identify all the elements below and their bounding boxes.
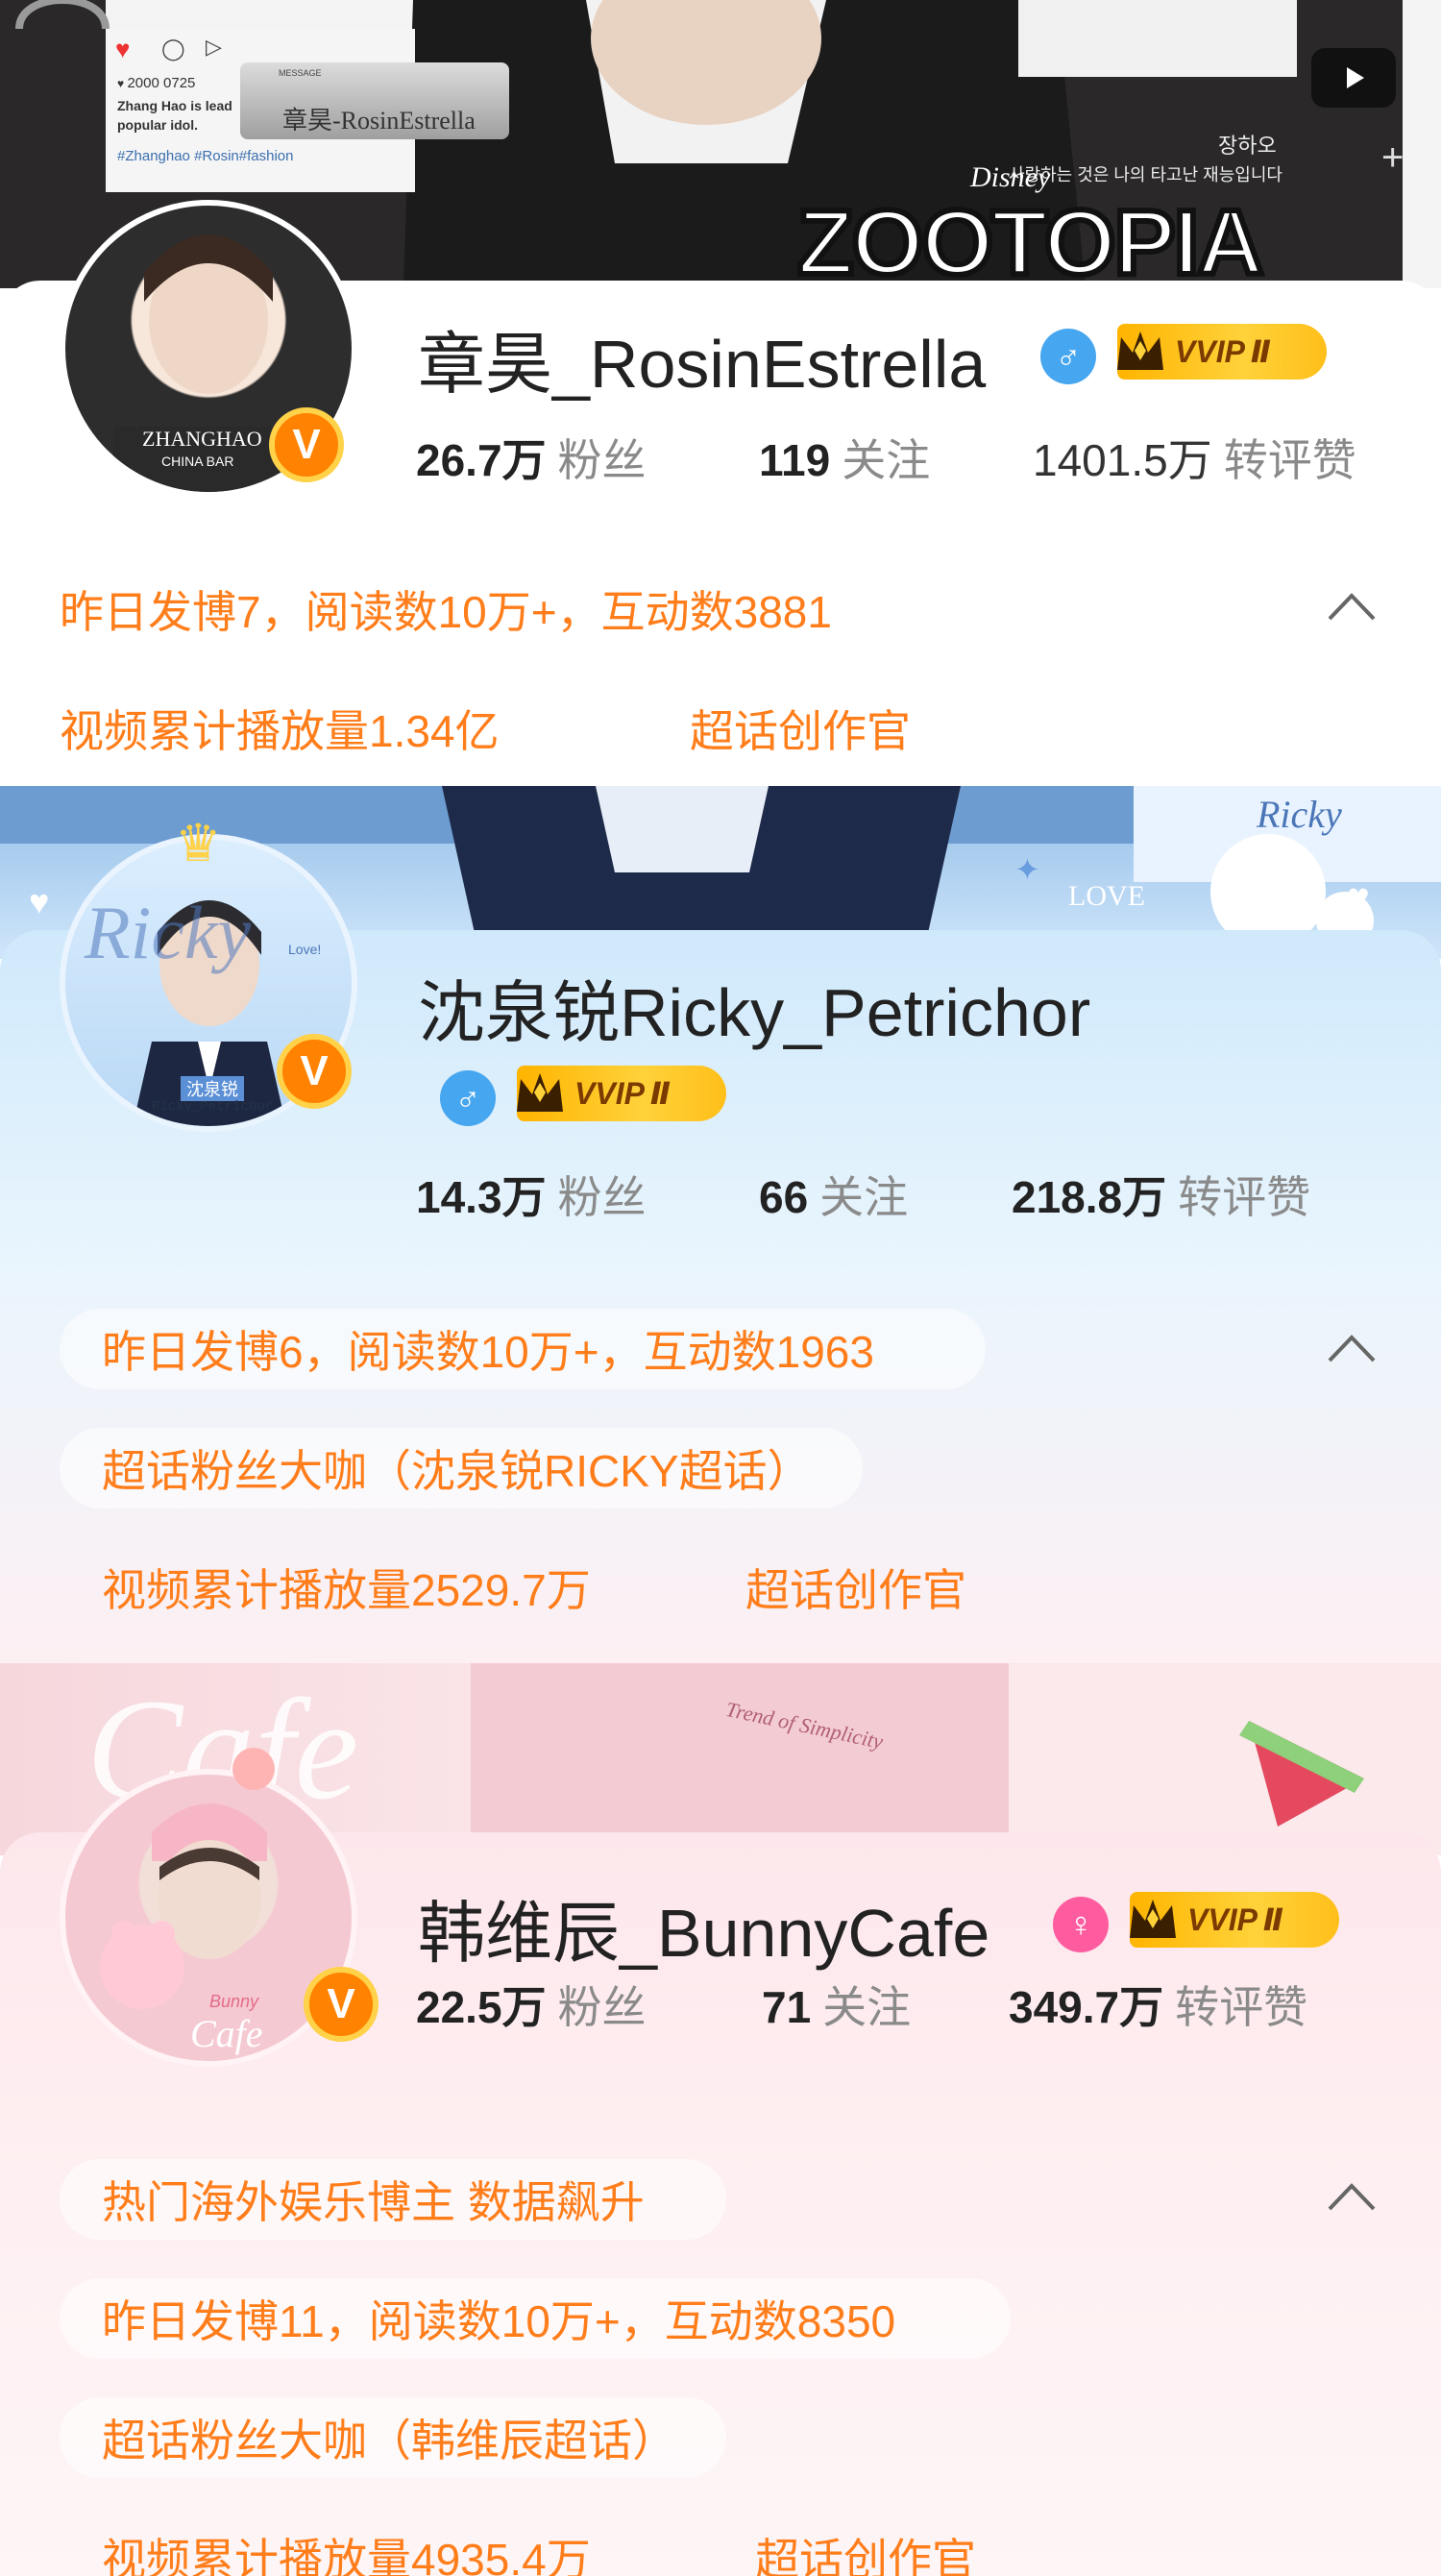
vvip-badge-2[interactable]: VVIP Ⅱ [517,1066,726,1121]
tag-daily-stats-3[interactable]: 昨日发博11，阅读数10万+，互动数8350 [102,2278,895,2359]
avatar-caption: Bunny [209,1992,259,2011]
stat-value: 349.7万 [1009,1982,1164,2032]
avatar-caption-2: Cafe [190,2012,263,2055]
avatar-2[interactable]: Ricky Love! 沈泉锐 Ricky_Petrichor ♛ V [60,815,357,1132]
tag-daily-stats-2[interactable]: 昨日发博6，阅读数10万+，互动数1963 [102,1309,874,1389]
tag-creator-2[interactable]: 超话创作官 [745,1547,966,1628]
vvip-level: Ⅱ [1250,334,1271,369]
stat-following-3[interactable]: 71 关注 [762,1973,911,2036]
verified-badge-icon: V [269,407,344,482]
stat-label: 粉丝 [557,435,647,485]
banner-logo-small: Disney [970,161,1051,193]
vvip-level: Ⅱ [1262,1902,1283,1937]
send-icon: ▷ [206,35,222,59]
vvip-badge-3[interactable]: VVIP Ⅱ [1130,1892,1339,1948]
avatar-caption: 沈泉锐 [181,1076,244,1101]
stat-label: 转评赞 [1178,1172,1311,1222]
sparkle-icon: ✦ [1014,852,1040,887]
tag-daily-stats-1[interactable]: 昨日发博7，阅读数10万+，互动数3881 [60,569,832,650]
male-icon: ♂ [440,1070,496,1126]
stat-label: 粉丝 [557,1982,647,2032]
tag-super-fan-2[interactable]: 超话粉丝大咖（沈泉锐RICKY超话） [102,1428,812,1509]
avatar-caption-2: CHINA BAR [161,454,234,469]
stat-label: 转评赞 [1175,1982,1308,2032]
stat-followers-2[interactable]: 14.3万 粉丝 [416,1163,647,1226]
plus-icon[interactable]: + [1381,136,1404,180]
tag-creator-3[interactable]: 超话创作官 [755,2516,976,2576]
banner-message-name: 章昊-RosinEstrella [282,107,476,135]
banner-post-date: 2000 0725 [127,75,196,91]
stat-label: 粉丝 [557,1172,647,1222]
stat-engagement-1[interactable]: 1401.5万 转评赞 [1033,426,1356,489]
stat-value: 22.5万 [416,1982,547,2032]
tag-video-plays-1[interactable]: 视频累计播放量1.34亿 [60,688,500,769]
stat-value: 14.3万 [416,1172,547,1222]
avatar-caption-2: Ricky_Petrichor [152,1099,274,1115]
vvip-label: VVIP [1187,1901,1258,1937]
banner-message-box: MESSAGE 章昊-RosinEstrella [240,62,509,139]
crown-icon: ♛ [175,815,222,872]
chevron-up-icon[interactable] [1326,590,1378,623]
vvip-label: VVIP [1175,333,1245,369]
chevron-up-icon[interactable] [1326,1332,1378,1364]
stat-value: 119 [759,435,831,485]
username-3: 韩维辰_BunnyCafe [418,1896,990,1971]
banner-post-text-1: Zhang Hao is lead [117,98,232,113]
banner-ricky-text: Ricky [1257,793,1342,836]
stat-label: 关注 [822,1982,912,2032]
banner-post-text-2: popular idol. [117,117,198,133]
chevron-up-icon[interactable] [1326,2180,1378,2213]
stat-following-2[interactable]: 66 关注 [759,1163,908,1226]
crown-icon [1110,322,1171,381]
vvip-badge-1[interactable]: VVIP Ⅱ [1117,324,1327,380]
stat-value: 66 [759,1172,809,1222]
avatar-sticker-text: Love! [288,942,322,957]
tag-hot-blogger-3[interactable]: 热门海外娱乐博主 数据飙升 [102,2159,645,2240]
avatar-caption: ZHANGHAO [142,427,262,451]
heart-icon: ♥ [1347,876,1370,919]
username-2: 沈泉锐Ricky_Petrichor [418,975,1091,1050]
avatar-1[interactable]: ZHANGHAO CHINA BAR V [60,200,357,498]
crown-icon [1122,1890,1184,1950]
vvip-label: VVIP [574,1075,645,1111]
stat-label: 关注 [819,1172,909,1222]
username-1: 章昊_RosinEstrella [418,327,987,402]
tag-video-plays-3[interactable]: 视频累计播放量4935.4万 [102,2516,591,2576]
youtube-icon[interactable] [1311,48,1396,108]
verified-badge-icon: V [277,1034,352,1109]
stat-value: 26.7万 [416,435,547,485]
banner-love-text: LOVE [1068,880,1145,912]
profile-card-1[interactable]: ♥ ◯ ▷ ♥ 2000 0725 Zhang Hao is lead popu… [0,0,1441,786]
banner-message-label: MESSAGE [279,68,322,78]
stat-followers-1[interactable]: 26.7万 粉丝 [416,426,647,489]
heart-icon: ♥ [29,882,50,921]
stat-following-1[interactable]: 119 关注 [759,426,930,489]
profile-card-2[interactable]: Ricky LOVE ♥ ♥ ✦ Ricky Love! 沈泉锐 Ricky_P… [0,786,1441,1663]
peach-icon [232,1748,275,1790]
stat-label: 转评赞 [1223,435,1356,485]
stat-label: 关注 [842,435,931,485]
tag-super-fan-3[interactable]: 超话粉丝大咖（韩维辰超话） [102,2397,676,2478]
stat-engagement-2[interactable]: 218.8万 转评赞 [1012,1163,1310,1226]
avatar-3[interactable]: Bunny Cafe V [60,1748,379,2067]
banner-korean-name: 장하오 [1218,134,1277,158]
heart-icon: ♥ [115,35,131,63]
stat-engagement-3[interactable]: 349.7万 转评赞 [1009,1973,1307,2036]
stat-value: 218.8万 [1012,1172,1167,1222]
vvip-level: Ⅱ [649,1076,671,1111]
male-icon: ♂ [1040,329,1096,384]
avatar-text: Ricky [85,891,252,974]
stat-followers-3[interactable]: 22.5万 粉丝 [416,1973,647,2036]
stat-value: 71 [762,1982,812,2032]
crown-icon [509,1064,571,1123]
banner-hashtags: #Zhanghao #Rosin#fashion [117,148,294,164]
tag-creator-1[interactable]: 超话创作官 [690,688,911,769]
profile-card-3[interactable]: Cafe Trend of Simplicity Bunny Cafe V 韩维… [0,1663,1441,2576]
stat-value: 1401.5万 [1033,435,1212,485]
female-icon: ♀ [1053,1897,1109,1952]
tag-video-plays-2[interactable]: 视频累计播放量2529.7万 [102,1547,591,1628]
comment-icon: ◯ [161,37,185,61]
verified-badge-icon: V [304,1967,379,2042]
